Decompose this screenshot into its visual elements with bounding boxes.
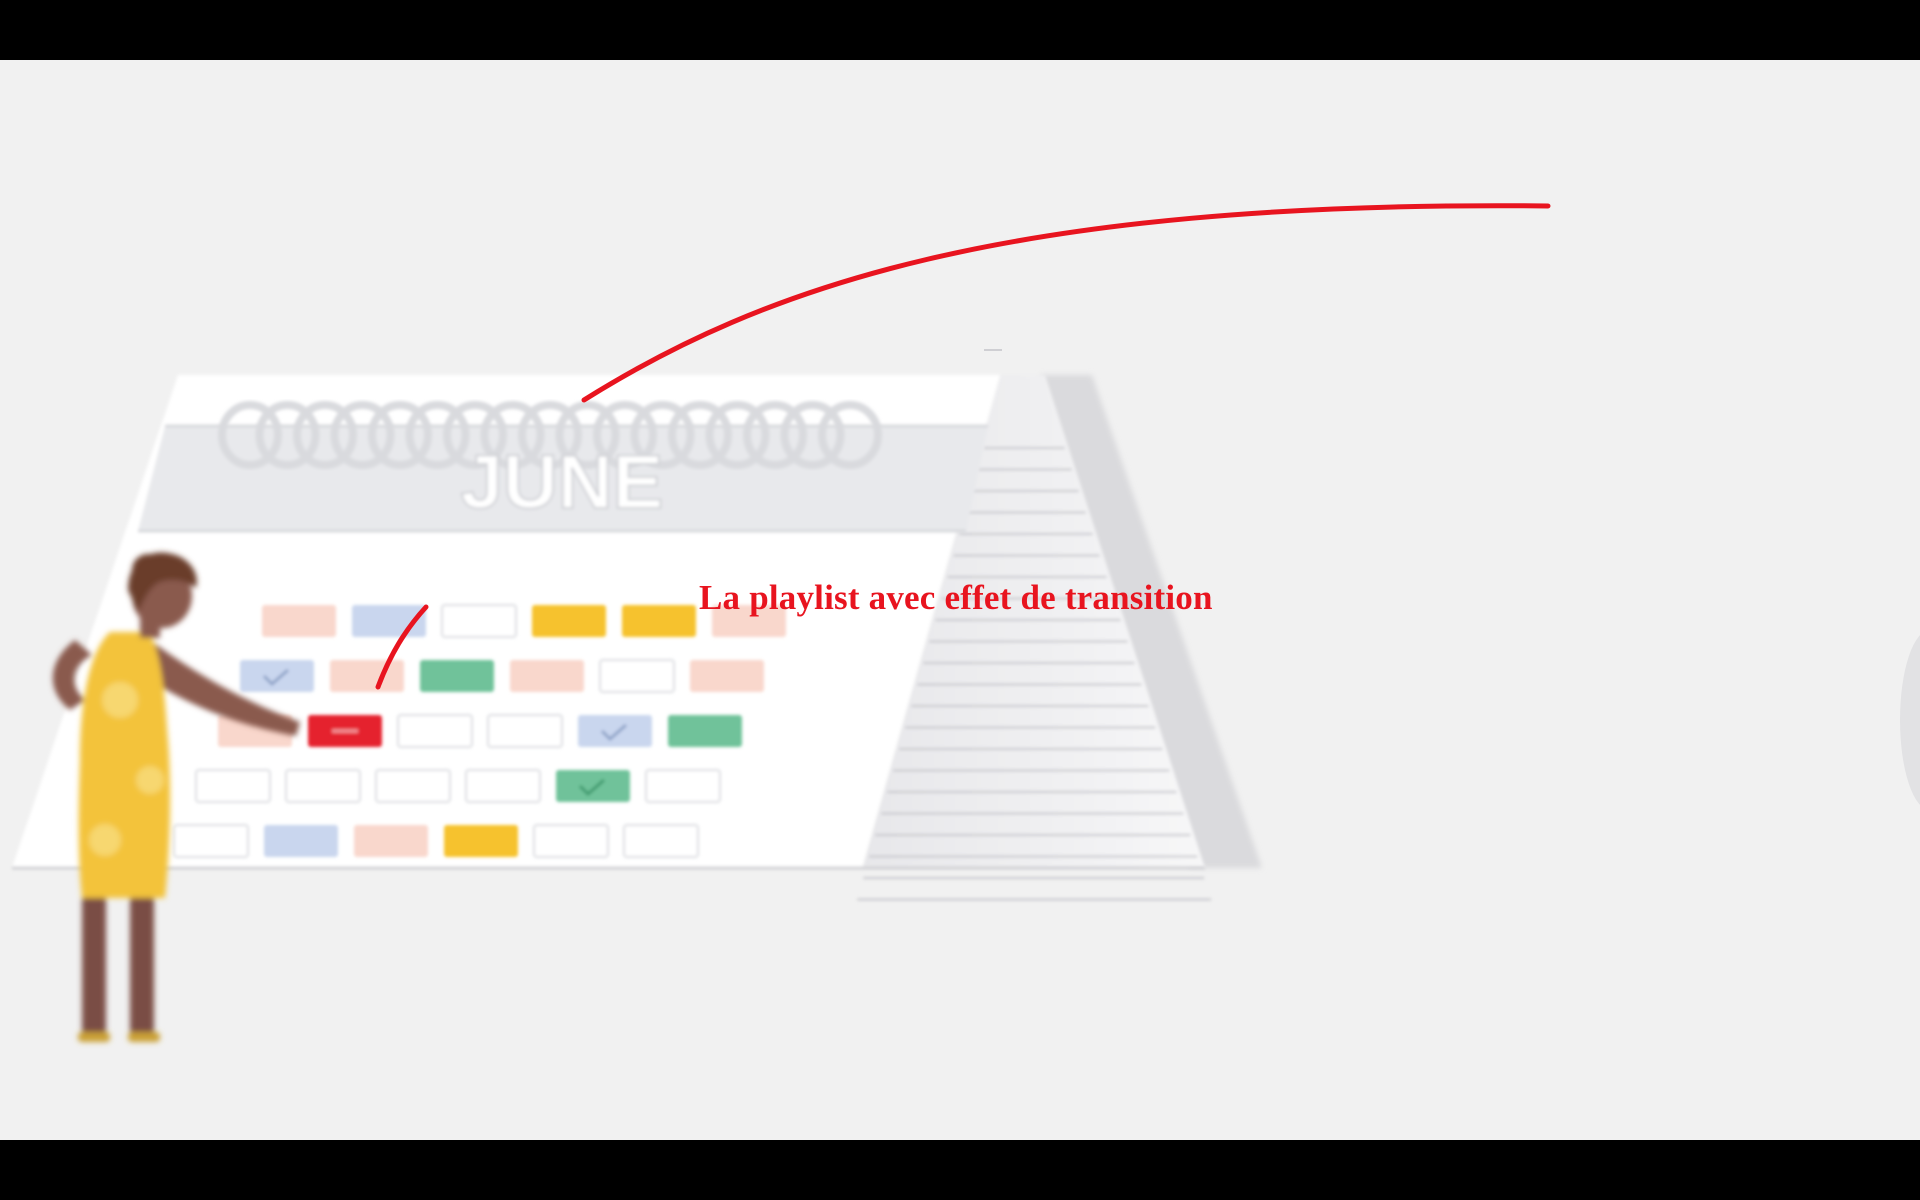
annotation-long-stroke [581,203,1551,403]
calendar-day-cell [330,660,404,692]
calendar-day-cell [645,769,721,803]
calendar-day-cell [465,769,541,803]
calendar-day-cell [397,714,473,748]
calendar-day-cell [487,714,563,748]
calendar-day-cell [599,659,675,693]
calendar-day-cell [375,769,451,803]
calendar-day-cell [444,825,518,857]
calendar-day-cell [420,660,494,692]
calendar-day-cell [690,660,764,692]
calendar-day-cell [262,605,336,637]
letterbox-bottom-bar [0,1140,1920,1200]
calendar-day-cell [578,715,652,747]
calendar-day-cell [195,769,271,803]
calendar-day-cell [556,770,630,802]
video-frame[interactable]: JUNE La playlist avec effet de transitio… [0,60,1920,1140]
calendar-day-cell [354,825,428,857]
calendar-day-cell [533,824,609,858]
calendar-day-cell [264,825,338,857]
calendar-day-cell [622,605,696,637]
calendar-day-cell [173,824,249,858]
calendar-day-cell [510,660,584,692]
stray-mark [984,349,1002,351]
calendar-day-cell [668,715,742,747]
calendar-day-cell [285,769,361,803]
event-marker-icon [332,729,358,733]
calendar-day-cell [623,824,699,858]
calendar-day-cell [441,604,517,638]
video-caption: La playlist avec effet de transition [699,578,1213,617]
calendar-day-cell [532,605,606,637]
letterbox-top-bar [0,0,1920,60]
calendar-day-cell [240,660,314,692]
calendar-month-title: JUNE [461,440,664,525]
